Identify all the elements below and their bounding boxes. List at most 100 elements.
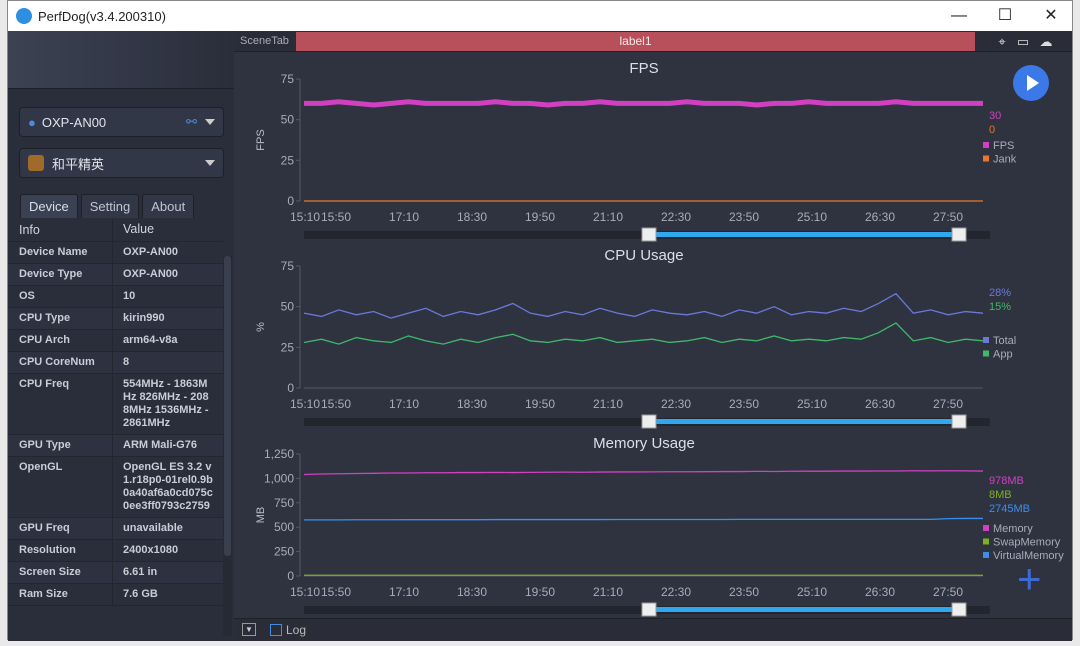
info-key: CPU Arch: [8, 330, 113, 351]
device-select[interactable]: ● OXP-AN00 ⚯: [19, 107, 224, 137]
y-axis-label: FPS: [255, 129, 267, 150]
table-row: CPU Arch arm64-v8a: [8, 330, 223, 352]
table-row: OS 10: [8, 286, 223, 308]
table-row: GPU Freq unavailable: [8, 518, 223, 540]
table-row: OpenGL OpenGL ES 3.2 v1.r18p0-01rel0.9b0a…: [8, 457, 223, 518]
collapse-button[interactable]: ▼: [242, 623, 256, 636]
x-tick-label: 27:50: [933, 397, 963, 411]
x-tick-label: 17:10: [389, 397, 419, 411]
chart-title: Memory Usage: [593, 435, 695, 452]
info-key: Device Name: [8, 242, 113, 263]
y-tick-label: 0: [287, 569, 294, 583]
y-tick-label: 500: [274, 520, 294, 534]
series-line-total: [303, 292, 984, 319]
info-value: OpenGL ES 3.2 v1.r18p0-01rel0.9b0a40af6a…: [123, 461, 213, 512]
info-key: Ram Size: [8, 584, 113, 605]
y-tick-label: 0: [287, 381, 294, 395]
table-row: Resolution 2400x1080: [8, 540, 223, 562]
table-row: CPU Freq 554MHz - 1863MHz 826MHz - 2088MH…: [8, 374, 223, 435]
info-key: Device Type: [8, 264, 113, 285]
x-tick-label: 15:10: [290, 210, 320, 224]
y-tick-label: 1,000: [264, 471, 294, 485]
table-row: CPU CoreNum 8: [8, 352, 223, 374]
perfdog-logo-icon: [16, 8, 32, 24]
y-tick-label: 25: [281, 153, 295, 167]
tab-setting[interactable]: Setting: [80, 194, 140, 218]
legend-label: Memory: [993, 523, 1033, 535]
y-tick-label: 250: [274, 545, 294, 559]
y-tick-label: 25: [281, 340, 295, 354]
chart-title: CPU Usage: [604, 247, 683, 264]
info-value: 8: [123, 356, 130, 368]
log-checkbox[interactable]: [270, 624, 282, 636]
minimize-button[interactable]: —: [936, 1, 982, 31]
table-row: CPU Type kirin990: [8, 308, 223, 330]
current-value-fps: 30: [989, 110, 1001, 122]
info-value: 2400x1080: [123, 544, 179, 556]
x-tick-label: 27:50: [933, 585, 963, 599]
y-axis-label: MB: [255, 507, 267, 524]
series-line-memory: [303, 470, 984, 476]
x-tick-label: 25:10: [797, 210, 827, 224]
series-line-virtualmemory: [304, 517, 983, 521]
scrollbar-thumb[interactable]: [224, 256, 231, 556]
left-panel: ● OXP-AN00 ⚯ 和平精英 Device Setting About I…: [8, 31, 234, 641]
title-bar: PerfDog(v3.4.200310) — ☐ ✕: [8, 1, 1072, 31]
table-scrollbar[interactable]: [223, 256, 232, 636]
maximize-button[interactable]: ☐: [982, 1, 1028, 31]
range-slider-handle-right: [951, 414, 967, 429]
tab-about[interactable]: About: [142, 194, 195, 218]
perfdog-window: PerfDog(v3.4.200310) — ☐ ✕ ● OXP-AN00 ⚯ …: [7, 0, 1073, 641]
device-select-value: OXP-AN00: [41, 114, 107, 130]
current-value-total: 28%: [989, 287, 1011, 299]
info-value: OXP-AN00: [123, 268, 179, 280]
info-value: kirin990: [123, 312, 165, 324]
x-tick-label: 15:50: [321, 585, 351, 599]
info-key: Screen Size: [8, 562, 113, 583]
range-slider-handle-left: [641, 602, 657, 617]
table-header: Info Value: [8, 219, 223, 242]
y-tick-label: 0: [287, 194, 294, 208]
y-axis-label: %: [255, 322, 267, 332]
info-value: OXP-AN00: [123, 246, 179, 258]
x-tick-label: 21:10: [593, 210, 623, 224]
tab-device[interactable]: Device: [20, 194, 78, 218]
account-banner: [8, 31, 234, 89]
y-tick-label: 75: [281, 259, 295, 273]
chevron-down-icon: [205, 160, 215, 166]
close-button[interactable]: ✕: [1028, 1, 1074, 31]
legend-label: Total: [993, 335, 1016, 347]
legend-label: SwapMemory: [993, 537, 1061, 549]
column-header-value: Value: [123, 222, 155, 236]
device-info-table: Info Value Device Name OXP-AN00 Device Typ…: [8, 219, 223, 606]
current-value-swapmemory: 8MB: [989, 489, 1012, 501]
info-key: CPU Freq: [8, 374, 113, 434]
x-tick-label: 15:50: [321, 397, 351, 411]
app-icon: [28, 155, 44, 171]
table-row: Ram Size 7.6 GB: [8, 584, 223, 606]
series-line-app: [303, 322, 984, 345]
info-key: CPU Type: [8, 308, 113, 329]
y-tick-label: 50: [281, 300, 295, 314]
info-key: GPU Type: [8, 435, 113, 456]
table-row: Device Name OXP-AN00: [8, 242, 223, 264]
x-tick-label: 19:50: [525, 210, 555, 224]
legend-label: FPS: [993, 140, 1014, 152]
info-value: arm64-v8a: [123, 334, 178, 346]
info-key: Resolution: [8, 540, 113, 561]
range-slider-selection: [649, 607, 959, 612]
y-tick-label: 75: [281, 72, 295, 86]
play-button[interactable]: [1013, 65, 1049, 101]
legend-swatch: [983, 142, 989, 148]
y-tick-label: 1,250: [264, 447, 294, 461]
app-select[interactable]: 和平精英: [19, 148, 224, 178]
series-line-fps: [304, 99, 983, 108]
info-key: CPU CoreNum: [8, 352, 113, 373]
add-chart-button[interactable]: +: [1017, 558, 1042, 600]
x-tick-label: 25:10: [797, 397, 827, 411]
chart-panel: SceneTab label1 ⌖ ▭ ☁ FPS FPS 0 25 50 75 15:10…: [234, 31, 1072, 641]
info-value: unavailable: [123, 522, 183, 534]
window-title: PerfDog(v3.4.200310): [38, 8, 166, 24]
info-key: OpenGL: [8, 457, 113, 517]
x-tick-label: 15:10: [290, 585, 320, 599]
